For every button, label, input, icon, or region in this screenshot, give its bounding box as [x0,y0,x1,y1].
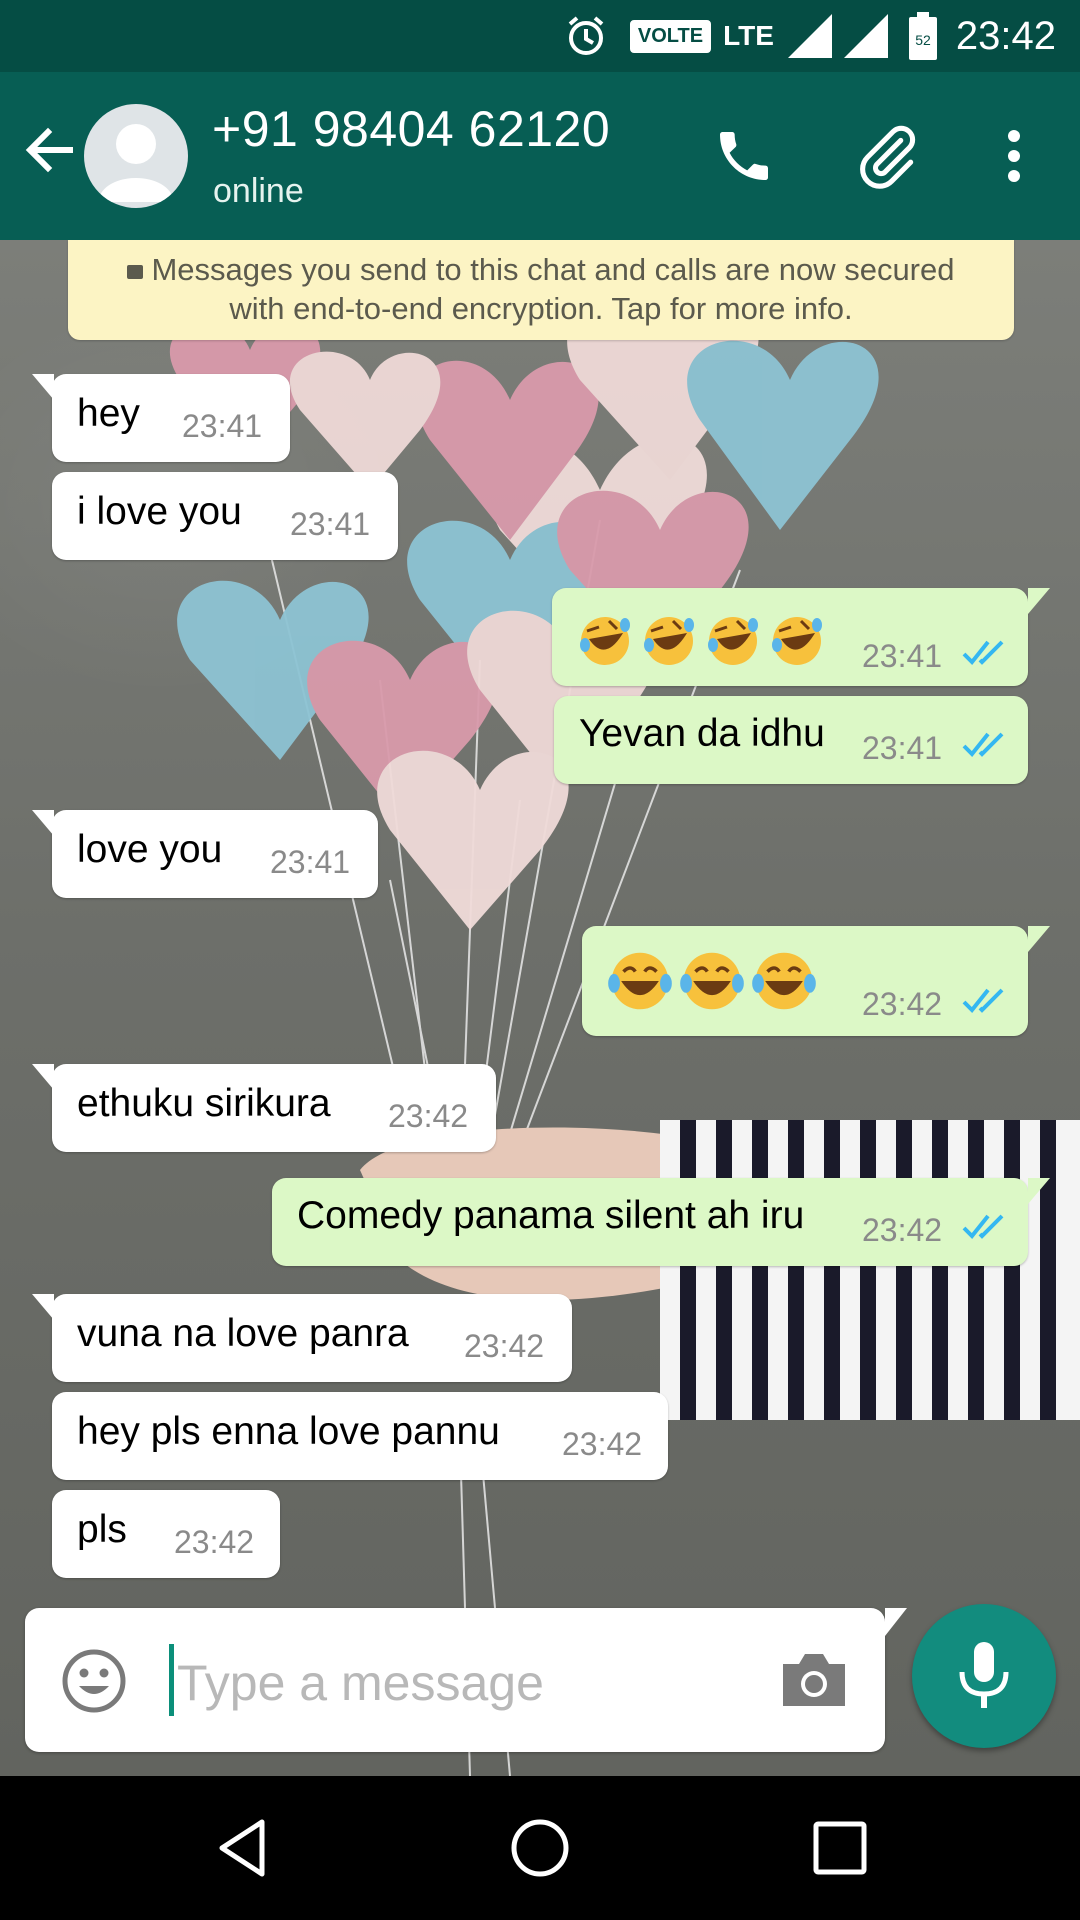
message-text [607,948,823,1014]
contact-name[interactable]: +91 98404 62120 [212,100,610,158]
home-nav-icon[interactable] [504,1812,576,1884]
back-nav-icon[interactable] [208,1812,280,1884]
message-incoming[interactable]: love you 23:41 [32,810,378,898]
mic-button[interactable] [912,1604,1056,1748]
status-bar: VOLTE LTE 52 23:42 [0,0,1080,72]
network-type: LTE [723,20,774,51]
message-text: love you [77,828,223,871]
tears-of-joy-emoji-icon [680,952,744,1010]
message-text: hey [77,392,140,435]
lock-icon [127,265,144,279]
double-check-icon [962,732,1004,757]
message-time: 23:41 [270,844,351,880]
message-incoming[interactable]: i love you 23:41 [52,472,398,560]
encryption-notice[interactable]: Messages you send to this chat and calls… [68,240,1014,340]
double-check-icon [962,1214,1004,1239]
text-cursor [169,1644,174,1716]
message-incoming[interactable]: vuna na love panra 23:42 [32,1294,572,1382]
contact-status: online [213,172,304,210]
encryption-line-2: with end-to-end encryption. Tap for more… [229,291,853,326]
message-outgoing[interactable]: 23:41 [552,588,1050,686]
message-incoming[interactable]: hey pls enna love pannu 23:42 [52,1392,668,1480]
message-text: ethuku sirikura [77,1082,331,1125]
tears-of-joy-emoji-icon [752,952,816,1010]
rofl-emoji-icon [580,616,630,665]
message-text: pls [77,1508,127,1551]
message-time: 23:41 [862,638,943,674]
attach-button[interactable] [852,120,924,192]
message-incoming[interactable]: ethuku sirikura 23:42 [32,1064,496,1152]
encryption-line-1: Messages you send to this chat and calls… [151,252,955,287]
message-text: Yevan da idhu [579,712,825,755]
message-time: 23:42 [464,1328,545,1364]
battery-icon: 52 [908,12,937,60]
phone-icon [720,132,768,180]
message-incoming[interactable]: pls 23:42 [52,1490,280,1578]
message-composer[interactable]: Type a message [25,1608,907,1752]
microphone-icon [959,1642,1009,1708]
message-time: 23:42 [562,1426,643,1462]
message-outgoing[interactable]: Yevan da idhu 23:41 [554,696,1028,784]
signal-icon-2 [843,14,888,58]
tears-of-joy-emoji-icon [608,952,672,1010]
double-check-icon [962,988,1004,1013]
chat-header: +91 98404 62120 online [0,72,1080,240]
rofl-emoji-icon [708,616,758,665]
rofl-emoji-icon [644,616,694,665]
default-avatar-icon [98,124,174,202]
message-time: 23:41 [862,730,943,766]
menu-button[interactable] [978,120,1050,192]
recents-nav-icon[interactable] [804,1812,876,1884]
volte-badge: VOLTE [629,19,712,53]
more-vert-icon [1008,130,1020,182]
call-button[interactable] [708,120,780,192]
message-text: Comedy panama silent ah iru [297,1194,805,1237]
status-time: 23:42 [955,13,1056,58]
arrow-left-icon[interactable] [20,120,80,180]
chat-area[interactable]: Messages you send to this chat and calls… [0,240,1080,1776]
message-time: 23:42 [388,1098,469,1134]
message-text [577,608,833,669]
rofl-emoji-icon [772,616,822,665]
message-time: 23:42 [174,1524,255,1560]
message-time: 23:41 [182,408,263,444]
camera-icon[interactable] [779,1650,849,1710]
status-icons: VOLTE LTE 52 23:42 [564,0,1080,72]
double-check-icon [962,640,1004,665]
message-time: 23:41 [290,506,371,542]
message-time: 23:42 [862,986,943,1022]
paperclip-icon [860,125,916,189]
message-outgoing[interactable]: 23:42 [582,926,1050,1036]
message-text: vuna na love panra [77,1312,409,1355]
message-incoming[interactable]: hey 23:41 [32,374,290,462]
message-outgoing[interactable]: Comedy panama silent ah iru 23:42 [272,1178,1050,1266]
alarm-icon [568,16,604,55]
message-text: hey pls enna love pannu [77,1410,500,1453]
smiley-icon[interactable] [61,1648,127,1714]
battery-level: 52 [915,32,931,48]
message-text: i love you [77,490,242,533]
signal-icon [787,14,832,58]
avatar[interactable] [84,104,188,208]
message-input[interactable]: Type a message [177,1654,544,1712]
message-time: 23:42 [862,1212,943,1248]
system-nav-bar [0,1776,1080,1920]
